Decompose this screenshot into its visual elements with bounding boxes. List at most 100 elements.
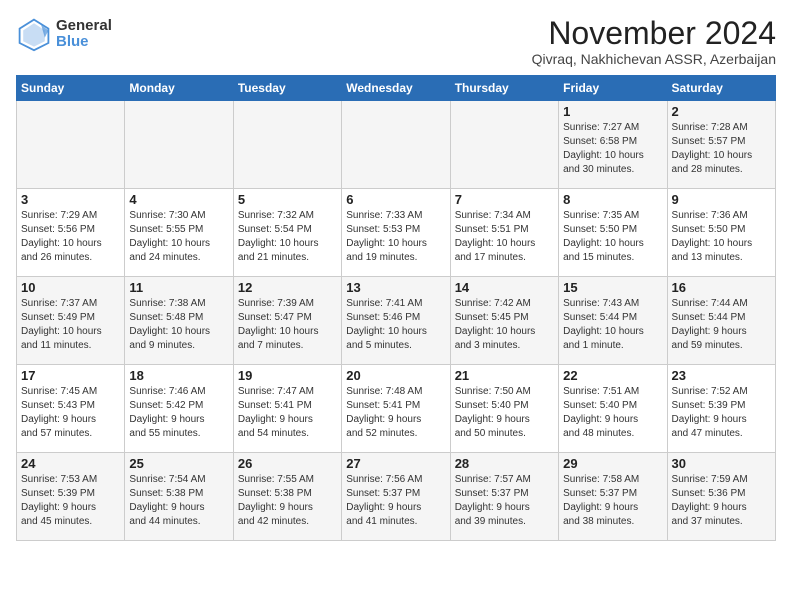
- calendar-cell: 2Sunrise: 7:28 AM Sunset: 5:57 PM Daylig…: [667, 101, 775, 189]
- day-info: Sunrise: 7:41 AM Sunset: 5:46 PM Dayligh…: [346, 297, 445, 353]
- day-info: Sunrise: 7:36 AM Sunset: 5:50 PM Dayligh…: [672, 209, 771, 265]
- calendar-cell: 15 Sunrise: 7:43 AM Sunset: 5:44 PM Dayli…: [559, 277, 667, 365]
- calendar-cell: [17, 101, 125, 189]
- week-row: 1Sunrise: 7:27 AM Sunset: 6:58 PM Daylig…: [17, 101, 776, 189]
- day-info: Sunrise: 7:53 AM Sunset: 5:39 PM Dayligh…: [21, 473, 120, 529]
- calendar-cell: 23 Sunrise: 7:52 AM Sunset: 5:39 PM Dayli…: [667, 365, 775, 453]
- title-block: November 2024 Qivraq, Nakhichevan ASSR, …: [532, 16, 776, 67]
- day-number: 23: [672, 368, 771, 383]
- day-info: Sunrise: 7:52 AM Sunset: 5:39 PM Dayligh…: [672, 385, 771, 441]
- calendar-cell: 12Sunrise: 7:39 AM Sunset: 5:47 PM Dayli…: [233, 277, 341, 365]
- day-number: 12: [238, 280, 337, 295]
- day-number: 18: [129, 368, 228, 383]
- day-number: 26: [238, 456, 337, 471]
- calendar-cell: 24 Sunrise: 7:53 AM Sunset: 5:39 PM Dayli…: [17, 453, 125, 541]
- day-number: 11: [129, 280, 228, 295]
- day-number: 14: [455, 280, 554, 295]
- day-number: 13: [346, 280, 445, 295]
- day-info: Sunrise: 7:30 AM Sunset: 5:55 PM Dayligh…: [129, 209, 228, 265]
- day-info: Sunrise: 7:32 AM Sunset: 5:54 PM Dayligh…: [238, 209, 337, 265]
- day-number: 4: [129, 192, 228, 207]
- day-number: 16: [672, 280, 771, 295]
- day-info: Sunrise: 7:37 AM Sunset: 5:49 PM Dayligh…: [21, 297, 120, 353]
- day-info: Sunrise: 7:28 AM Sunset: 5:57 PM Dayligh…: [672, 121, 771, 177]
- day-number: 3: [21, 192, 120, 207]
- day-info: Sunrise: 7:35 AM Sunset: 5:50 PM Dayligh…: [563, 209, 662, 265]
- day-info: Sunrise: 7:46 AM Sunset: 5:42 PM Dayligh…: [129, 385, 228, 441]
- day-info: Sunrise: 7:58 AM Sunset: 5:37 PM Dayligh…: [563, 473, 662, 529]
- logo: General Blue: [16, 16, 112, 52]
- calendar-cell: 27 Sunrise: 7:56 AM Sunset: 5:37 PM Dayli…: [342, 453, 450, 541]
- calendar-cell: [450, 101, 558, 189]
- day-number: 19: [238, 368, 337, 383]
- calendar-cell: 20Sunrise: 7:48 AM Sunset: 5:41 PM Dayli…: [342, 365, 450, 453]
- logo-icon: [16, 16, 52, 52]
- calendar-cell: 10Sunrise: 7:37 AM Sunset: 5:49 PM Dayli…: [17, 277, 125, 365]
- day-number: 8: [563, 192, 662, 207]
- day-number: 22: [563, 368, 662, 383]
- day-number: 21: [455, 368, 554, 383]
- day-info: Sunrise: 7:42 AM Sunset: 5:45 PM Dayligh…: [455, 297, 554, 353]
- day-number: 7: [455, 192, 554, 207]
- day-info: Sunrise: 7:47 AM Sunset: 5:41 PM Dayligh…: [238, 385, 337, 441]
- calendar-cell: 14 Sunrise: 7:42 AM Sunset: 5:45 PM Dayli…: [450, 277, 558, 365]
- day-info: Sunrise: 7:54 AM Sunset: 5:38 PM Dayligh…: [129, 473, 228, 529]
- day-number: 6: [346, 192, 445, 207]
- day-info: Sunrise: 7:44 AM Sunset: 5:44 PM Dayligh…: [672, 297, 771, 353]
- calendar-cell: 17Sunrise: 7:45 AM Sunset: 5:43 PM Dayli…: [17, 365, 125, 453]
- day-number: 27: [346, 456, 445, 471]
- location: Qivraq, Nakhichevan ASSR, Azerbaijan: [532, 51, 776, 67]
- day-info: Sunrise: 7:55 AM Sunset: 5:38 PM Dayligh…: [238, 473, 337, 529]
- day-info: Sunrise: 7:33 AM Sunset: 5:53 PM Dayligh…: [346, 209, 445, 265]
- day-info: Sunrise: 7:50 AM Sunset: 5:40 PM Dayligh…: [455, 385, 554, 441]
- calendar-cell: 3 Sunrise: 7:29 AM Sunset: 5:56 PM Daylig…: [17, 189, 125, 277]
- header-tuesday: Tuesday: [233, 76, 341, 101]
- calendar-cell: 11 Sunrise: 7:38 AM Sunset: 5:48 PM Dayli…: [125, 277, 233, 365]
- calendar-cell: 19 Sunrise: 7:47 AM Sunset: 5:41 PM Dayli…: [233, 365, 341, 453]
- day-number: 9: [672, 192, 771, 207]
- calendar-table: Sunday Monday Tuesday Wednesday Thursday…: [16, 75, 776, 541]
- day-number: 15: [563, 280, 662, 295]
- calendar-cell: 22 Sunrise: 7:51 AM Sunset: 5:40 PM Dayli…: [559, 365, 667, 453]
- calendar-header: Sunday Monday Tuesday Wednesday Thursday…: [17, 76, 776, 101]
- day-info: Sunrise: 7:34 AM Sunset: 5:51 PM Dayligh…: [455, 209, 554, 265]
- day-number: 25: [129, 456, 228, 471]
- day-info: Sunrise: 7:43 AM Sunset: 5:44 PM Dayligh…: [563, 297, 662, 353]
- calendar-cell: 5 Sunrise: 7:32 AM Sunset: 5:54 PM Daylig…: [233, 189, 341, 277]
- week-row: 17Sunrise: 7:45 AM Sunset: 5:43 PM Dayli…: [17, 365, 776, 453]
- header-saturday: Saturday: [667, 76, 775, 101]
- page-header: General Blue November 2024 Qivraq, Nakhi…: [16, 16, 776, 67]
- calendar-cell: 1Sunrise: 7:27 AM Sunset: 6:58 PM Daylig…: [559, 101, 667, 189]
- day-number: 24: [21, 456, 120, 471]
- calendar-cell: 25 Sunrise: 7:54 AM Sunset: 5:38 PM Dayli…: [125, 453, 233, 541]
- header-wednesday: Wednesday: [342, 76, 450, 101]
- header-sunday: Sunday: [17, 76, 125, 101]
- week-row: 24 Sunrise: 7:53 AM Sunset: 5:39 PM Dayli…: [17, 453, 776, 541]
- calendar-cell: 8 Sunrise: 7:35 AM Sunset: 5:50 PM Daylig…: [559, 189, 667, 277]
- day-info: Sunrise: 7:29 AM Sunset: 5:56 PM Dayligh…: [21, 209, 120, 265]
- calendar-cell: 29Sunrise: 7:58 AM Sunset: 5:37 PM Dayli…: [559, 453, 667, 541]
- day-number: 5: [238, 192, 337, 207]
- header-friday: Friday: [559, 76, 667, 101]
- calendar-cell: 6 Sunrise: 7:33 AM Sunset: 5:53 PM Daylig…: [342, 189, 450, 277]
- calendar-cell: [233, 101, 341, 189]
- calendar-cell: 7 Sunrise: 7:34 AM Sunset: 5:51 PM Daylig…: [450, 189, 558, 277]
- calendar-cell: 18 Sunrise: 7:46 AM Sunset: 5:42 PM Dayli…: [125, 365, 233, 453]
- week-row: 3 Sunrise: 7:29 AM Sunset: 5:56 PM Daylig…: [17, 189, 776, 277]
- logo-text: General Blue: [56, 18, 112, 51]
- day-info: Sunrise: 7:56 AM Sunset: 5:37 PM Dayligh…: [346, 473, 445, 529]
- calendar-cell: 13 Sunrise: 7:41 AM Sunset: 5:46 PM Dayli…: [342, 277, 450, 365]
- day-info: Sunrise: 7:38 AM Sunset: 5:48 PM Dayligh…: [129, 297, 228, 353]
- calendar-cell: 28Sunrise: 7:57 AM Sunset: 5:37 PM Dayli…: [450, 453, 558, 541]
- day-number: 30: [672, 456, 771, 471]
- day-number: 1: [563, 104, 662, 119]
- day-number: 20: [346, 368, 445, 383]
- calendar-cell: [342, 101, 450, 189]
- header-row: Sunday Monday Tuesday Wednesday Thursday…: [17, 76, 776, 101]
- calendar-cell: [125, 101, 233, 189]
- calendar-body: 1Sunrise: 7:27 AM Sunset: 6:58 PM Daylig…: [17, 101, 776, 541]
- logo-blue: Blue: [56, 34, 112, 51]
- day-info: Sunrise: 7:57 AM Sunset: 5:37 PM Dayligh…: [455, 473, 554, 529]
- day-info: Sunrise: 7:45 AM Sunset: 5:43 PM Dayligh…: [21, 385, 120, 441]
- day-info: Sunrise: 7:51 AM Sunset: 5:40 PM Dayligh…: [563, 385, 662, 441]
